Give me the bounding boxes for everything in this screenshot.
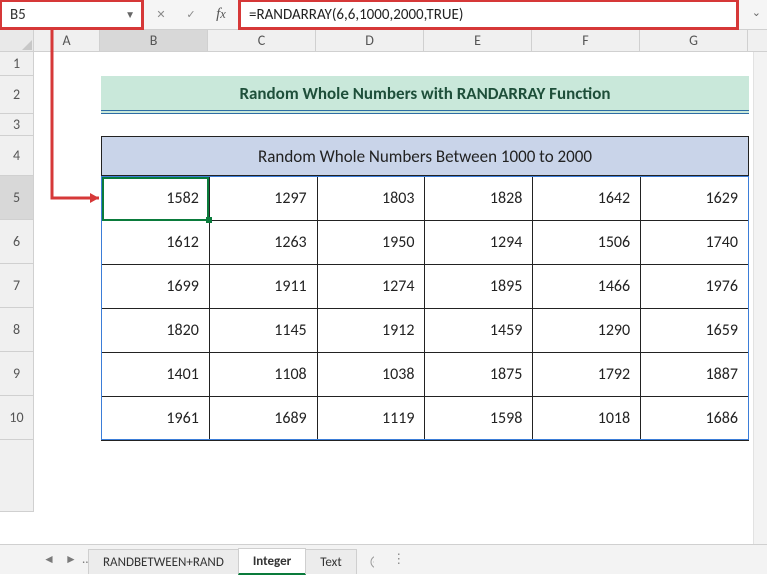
data-cell[interactable]: 1108 [209,353,317,397]
table-row: 161212631950129415061740 [102,221,749,265]
formula-bar-buttons: ✕ ✓ fx [144,0,238,29]
row-header-7[interactable]: 7 [0,264,33,308]
data-cell[interactable]: 1961 [102,397,210,441]
row-header-5[interactable]: 5 [0,176,33,220]
vertical-scrollbar[interactable] [753,52,767,574]
data-cell[interactable]: 1689 [209,397,317,441]
data-cell[interactable]: 1294 [425,221,533,265]
data-cell[interactable]: 1038 [317,353,425,397]
data-cell[interactable]: 1274 [317,265,425,309]
col-header-B[interactable]: B [100,30,208,51]
data-cell[interactable]: 1466 [533,265,641,309]
data-cell[interactable]: 1895 [425,265,533,309]
grid-body: 1 2 3 4 5 6 7 8 9 10 exceldemy.com Rando… [0,52,767,512]
data-cell[interactable]: 1642 [533,177,641,221]
data-cell[interactable]: 1686 [641,397,749,441]
title-cell[interactable]: Random Whole Numbers with RANDARRAY Func… [101,76,749,114]
plus-circle-icon [370,555,374,569]
data-cell[interactable]: 1297 [209,177,317,221]
tab-integer[interactable]: Integer [238,548,306,575]
accept-icon[interactable]: ✓ [176,0,206,29]
data-cell[interactable]: 1263 [209,221,317,265]
row-header-9[interactable]: 9 [0,352,33,396]
data-cell[interactable]: 1582 [102,177,210,221]
col-header-A[interactable]: A [34,30,100,51]
tab-randbetween-rand[interactable]: RANDBETWEEN+RAND [88,549,239,574]
row-header-3[interactable]: 3 [0,114,33,136]
data-cell[interactable]: 1803 [317,177,425,221]
row-header-4[interactable]: 4 [0,136,33,176]
data-cell[interactable]: 1629 [641,177,749,221]
col-header-C[interactable]: C [208,30,316,51]
data-cell[interactable]: 1145 [209,309,317,353]
data-cell[interactable]: 1401 [102,353,210,397]
table-row: 140111081038187517921887 [102,353,749,397]
row-header-2[interactable]: 2 [0,76,33,114]
cells-area[interactable]: exceldemy.com Random Whole Numbers with … [34,52,767,512]
cancel-icon[interactable]: ✕ [146,0,176,29]
data-cell[interactable]: 1290 [533,309,641,353]
row-header-10[interactable]: 10 [0,396,33,440]
col-header-D[interactable]: D [316,30,424,51]
add-sheet-button[interactable] [356,550,388,573]
data-cell[interactable]: 1887 [641,353,749,397]
fx-icon[interactable]: fx [206,0,236,29]
data-cell[interactable]: 1740 [641,221,749,265]
row-headers: 1 2 3 4 5 6 7 8 9 10 [0,52,34,512]
tab-text[interactable]: Text [305,549,356,574]
data-cell[interactable]: 1018 [533,397,641,441]
data-cell[interactable]: 1598 [425,397,533,441]
table-row: 158212971803182816421629 [102,177,749,221]
select-all-corner[interactable] [0,30,34,51]
row-header-8[interactable]: 8 [0,308,33,352]
data-table: 1582129718031828164216291612126319501294… [101,176,749,441]
data-cell[interactable]: 1699 [102,265,210,309]
column-headers: A B C D E F G [0,30,767,52]
data-cell[interactable]: 1792 [533,353,641,397]
table-row: 169919111274189514661976 [102,265,749,309]
formula-text: =RANDARRAY(6,6,1000,2000,TRUE) [249,6,463,24]
data-cell[interactable]: 1119 [317,397,425,441]
expand-formula-bar-icon[interactable]: ⌄ [752,6,761,19]
fill-handle[interactable] [206,217,212,223]
table-row: 196116891119159810181686 [102,397,749,441]
col-header-E[interactable]: E [424,30,532,51]
data-cell[interactable]: 1828 [425,177,533,221]
row-header-pad [0,440,33,512]
data-cell[interactable]: 1659 [641,309,749,353]
sheet-tab-bar: ◄ ► ... RANDBETWEEN+RAND Integer Text ⋮ [0,544,767,574]
data-cell[interactable]: 1911 [209,265,317,309]
name-box[interactable]: B5 ▼ [0,0,144,30]
sheet-options-icon[interactable]: ⋮ [391,552,407,567]
data-cell[interactable]: 1875 [425,353,533,397]
subtitle-cell[interactable]: Random Whole Numbers Between 1000 to 200… [101,136,749,176]
data-cell[interactable]: 1912 [317,309,425,353]
table-row: 182011451912145912901659 [102,309,749,353]
name-box-value: B5 [10,6,26,24]
sheet-nav-prev-icon[interactable]: ◄ [38,549,60,571]
row-header-1[interactable]: 1 [0,52,33,76]
data-cell[interactable]: 1950 [317,221,425,265]
col-header-F[interactable]: F [532,30,640,51]
data-cell[interactable]: 1820 [102,309,210,353]
chevron-down-icon[interactable]: ▼ [125,8,135,21]
formula-input[interactable]: =RANDARRAY(6,6,1000,2000,TRUE) [238,0,739,30]
row-header-6[interactable]: 6 [0,220,33,264]
data-cell[interactable]: 1976 [641,265,749,309]
data-cell[interactable]: 1612 [102,221,210,265]
data-cell[interactable]: 1506 [533,221,641,265]
col-header-G[interactable]: G [640,30,748,51]
sheet-nav-next-icon[interactable]: ► [60,549,82,571]
data-cell[interactable]: 1459 [425,309,533,353]
formula-bar: B5 ▼ ✕ ✓ fx =RANDARRAY(6,6,1000,2000,TRU… [0,0,767,30]
